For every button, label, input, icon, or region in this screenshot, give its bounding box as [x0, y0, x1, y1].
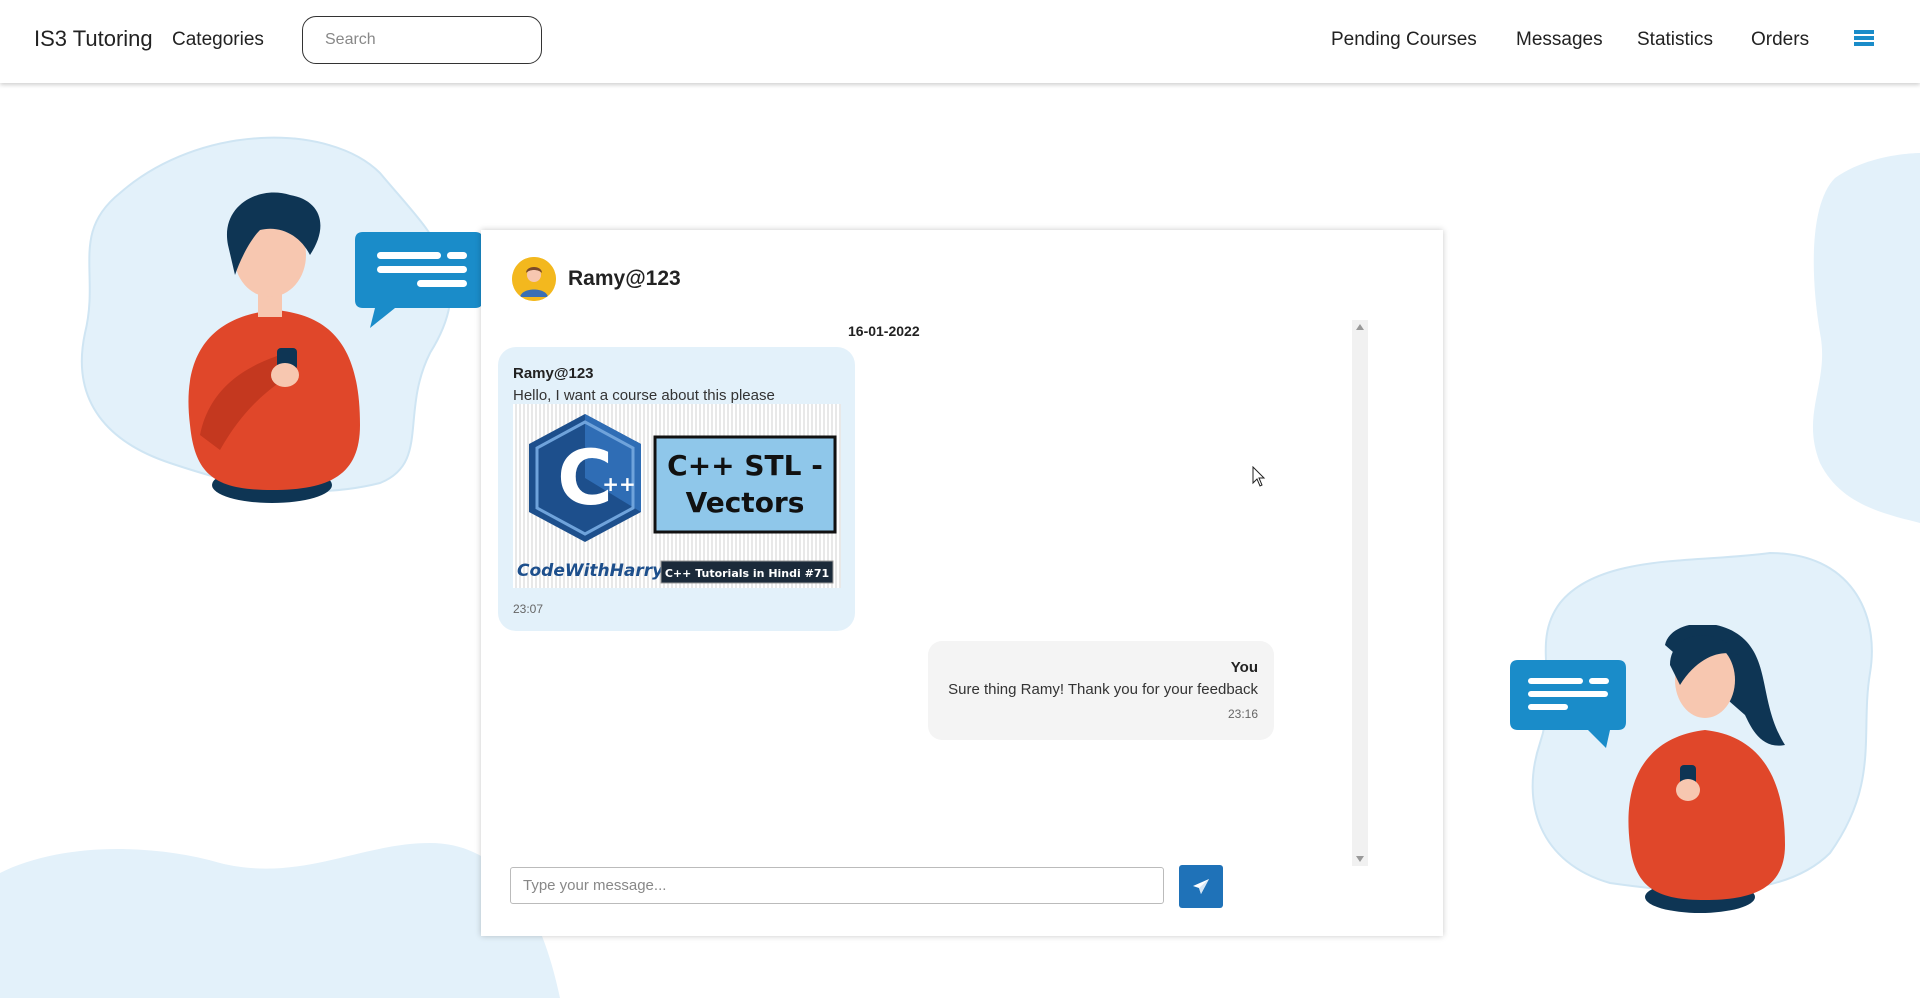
message-text: Sure thing Ramy! Thank you for your feed…	[948, 681, 1258, 698]
attached-image[interactable]: C ++ C++ STL - Vectors CodeWithHarry C++…	[513, 404, 841, 588]
nav-categories[interactable]: Categories	[172, 29, 264, 51]
thumbnail-title-line1: C++ STL -	[667, 449, 823, 482]
user-avatar-icon	[512, 257, 556, 301]
scroll-up-arrow-icon[interactable]	[1356, 324, 1364, 330]
message-text: Hello, I want a course about this please	[513, 387, 775, 404]
list-icon[interactable]	[1854, 30, 1874, 48]
send-button[interactable]	[1179, 865, 1223, 908]
woman-with-phone-illustration	[1628, 625, 1785, 913]
message-sender: You	[1230, 659, 1258, 676]
message-input[interactable]	[510, 867, 1164, 904]
message-time: 23:07	[513, 602, 544, 616]
nav-pending-courses[interactable]: Pending Courses	[1331, 29, 1477, 51]
search-input[interactable]	[302, 16, 542, 64]
paper-plane-icon	[1193, 878, 1209, 894]
chat-contact-name: Ramy@123	[568, 267, 681, 290]
nav-messages[interactable]: Messages	[1516, 29, 1603, 51]
message-sender: Ramy@123	[513, 365, 594, 382]
brand-logo[interactable]: IS3 Tutoring	[34, 26, 153, 52]
thumbnail-series: C++ Tutorials in Hindi #71	[665, 567, 829, 580]
avatar[interactable]	[512, 257, 556, 301]
cpp-logo-plus: ++	[602, 472, 636, 496]
cpp-stl-vectors-thumbnail: C ++ C++ STL - Vectors CodeWithHarry C++…	[517, 414, 837, 584]
date-separator: 16-01-2022	[848, 323, 920, 339]
messages-scrollbar[interactable]	[1352, 320, 1368, 866]
thumbnail-title-line2: Vectors	[686, 486, 805, 519]
scroll-down-arrow-icon[interactable]	[1356, 856, 1364, 862]
chat-header: Ramy@123	[512, 257, 681, 301]
nav-statistics[interactable]: Statistics	[1637, 29, 1713, 51]
thumbnail-channel: CodeWithHarry	[517, 561, 664, 581]
mouse-cursor-icon	[1252, 466, 1266, 487]
chat-card: Ramy@123 16-01-2022 Ramy@123 Hello, I wa…	[481, 230, 1443, 936]
message-time: 23:16	[1227, 707, 1258, 721]
incoming-message: Ramy@123 Hello, I want a course about th…	[498, 347, 855, 631]
speech-bubble-icon	[1510, 660, 1626, 748]
outgoing-message: You Sure thing Ramy! Thank you for your …	[928, 641, 1274, 740]
speech-bubble-icon	[355, 232, 483, 328]
top-navbar: IS3 Tutoring Categories Pending Courses …	[0, 0, 1920, 83]
nav-orders[interactable]: Orders	[1751, 29, 1809, 51]
